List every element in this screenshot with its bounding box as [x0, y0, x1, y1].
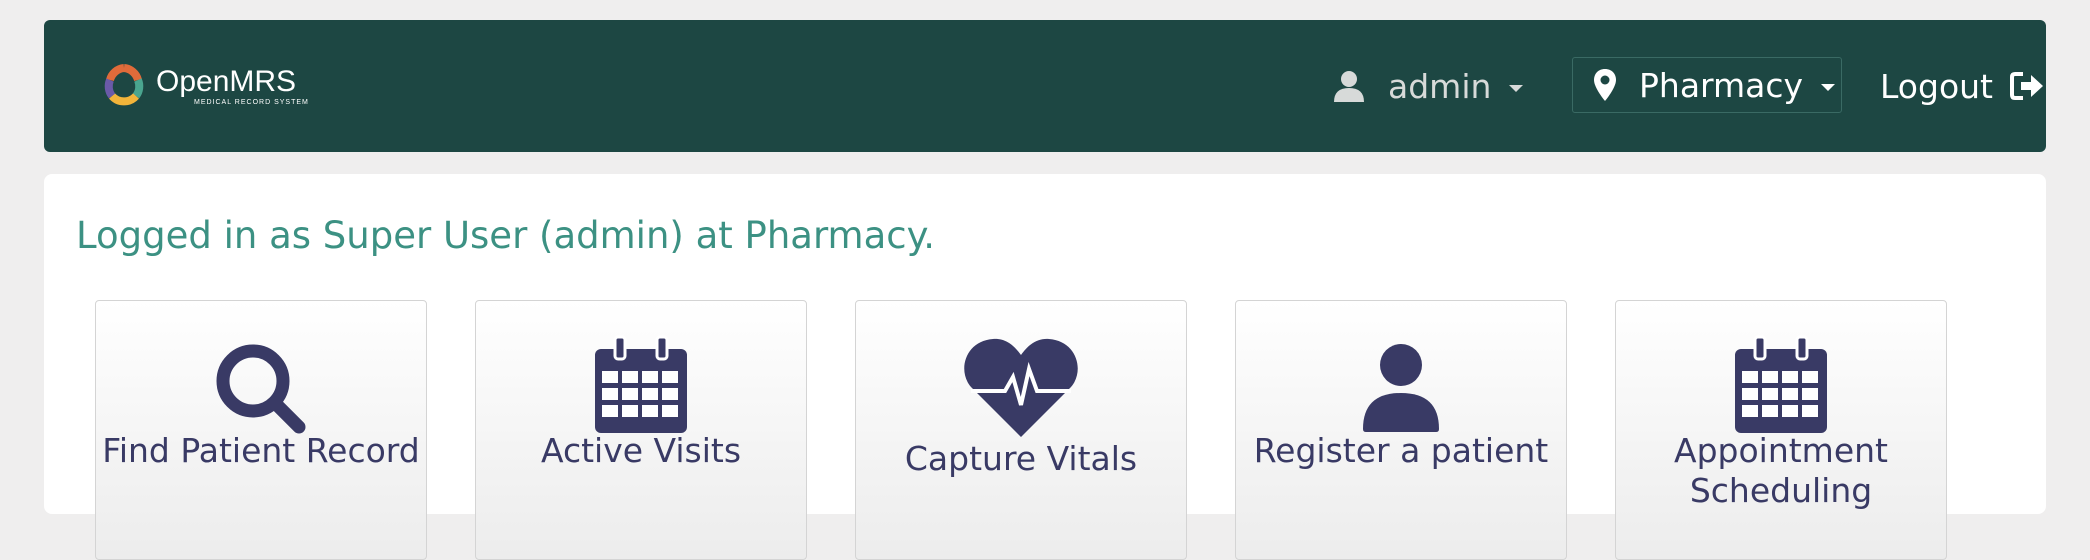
sign-out-icon: [2010, 72, 2043, 100]
chevron-down-icon: [1509, 84, 1524, 92]
app-tile-label: Active Visits: [540, 431, 742, 470]
heartbeat-icon: [964, 338, 1078, 437]
logo-subtitle: MEDICAL RECORD SYSTEM: [194, 98, 309, 106]
welcome-message: Logged in as Super User (admin) at Pharm…: [76, 214, 935, 257]
app-tile-label: Capture Vitals: [904, 439, 1138, 478]
calendar-icon: [1735, 335, 1827, 433]
app-tile-label: Register a patient: [1253, 431, 1549, 470]
app-tile-register-patient[interactable]: Register a patient: [1235, 300, 1567, 560]
app-tile-label: Find Patient Record: [102, 431, 420, 470]
app-tile-label: Appointment Scheduling: [1674, 431, 1888, 510]
user-icon: [1363, 344, 1439, 432]
main-content: Logged in as Super User (admin) at Pharm…: [44, 174, 2046, 560]
user-icon: [1334, 71, 1364, 102]
chevron-down-icon: [1821, 83, 1836, 91]
location-label: Pharmacy: [1639, 65, 1804, 105]
map-marker-icon: [1594, 69, 1616, 101]
search-icon: [216, 344, 306, 434]
app-tile-capture-vitals[interactable]: Capture Vitals: [855, 300, 1187, 560]
logo-title: OpenMRS: [156, 64, 297, 98]
top-header: OpenMRS MEDICAL RECORD SYSTEM admin Phar…: [44, 20, 2046, 152]
location-dropdown[interactable]: Pharmacy: [1572, 57, 1842, 113]
app-tile-find-patient-record[interactable]: Find Patient Record: [95, 300, 427, 560]
logout-link[interactable]: Logout: [1880, 60, 2045, 112]
openmrs-logo-icon: [104, 64, 144, 106]
app-tile-appointment-scheduling[interactable]: Appointment Scheduling: [1615, 300, 1947, 560]
app-tile-active-visits[interactable]: Active Visits: [475, 300, 807, 560]
logout-label: Logout: [1880, 66, 1993, 106]
calendar-icon: [595, 335, 687, 433]
openmrs-logo[interactable]: OpenMRS MEDICAL RECORD SYSTEM: [96, 58, 309, 114]
user-menu-dropdown[interactable]: admin: [1332, 60, 1524, 112]
user-menu-label: admin: [1388, 66, 1492, 106]
